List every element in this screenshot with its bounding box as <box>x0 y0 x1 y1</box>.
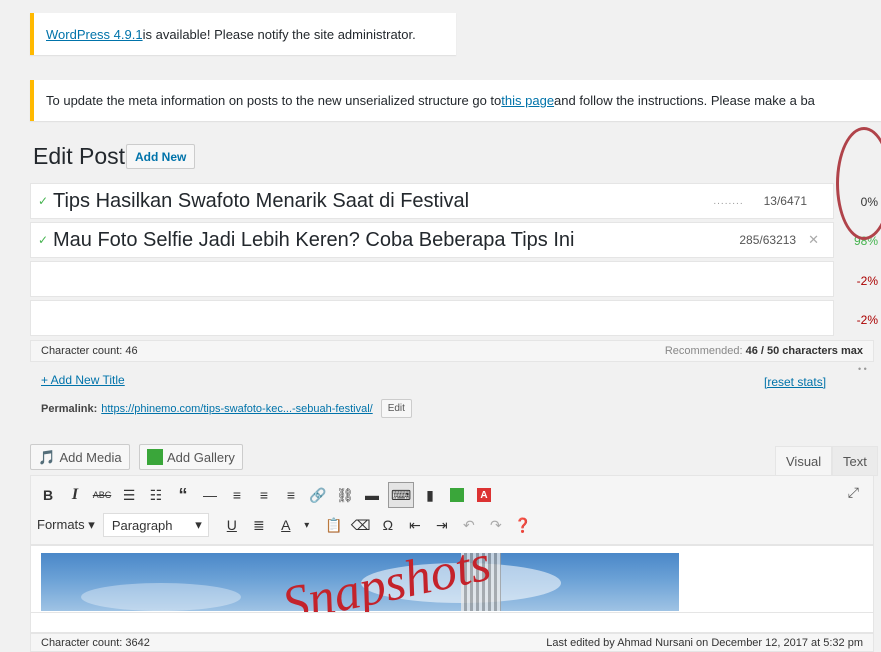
stat-dots: ........ <box>713 195 744 207</box>
toolbar-row-1: B I ABC ☰ ☷ “ — ≡ ≡ ≡ 🔗 ⛓ ▬ ⌨ ▮ A <box>37 480 500 510</box>
page-title: Edit Post <box>33 143 126 169</box>
permalink-label: Permalink: <box>41 402 98 415</box>
editor-content[interactable]: Snapshots <box>30 545 874 633</box>
horizontal-line-icon[interactable]: — <box>199 482 221 508</box>
post-image[interactable]: Snapshots <box>41 546 679 632</box>
add-media-button[interactable]: 🎵 Add Media <box>30 444 130 470</box>
align-left-icon[interactable]: ≡ <box>226 482 248 508</box>
paste-text-icon[interactable]: 📋 <box>323 512 345 538</box>
title-percent: -2% <box>856 274 878 288</box>
gallery-icon <box>147 449 163 465</box>
title-row[interactable]: ✓ Mau Foto Selfie Jadi Lebih Keren? Coba… <box>30 222 834 258</box>
unlink-icon[interactable]: ⛓ <box>334 482 356 508</box>
outdent-icon[interactable]: ⇤ <box>404 512 426 538</box>
title-row-empty[interactable] <box>30 261 834 297</box>
help-icon[interactable]: ❓ <box>512 512 534 538</box>
title-text[interactable]: Mau Foto Selfie Jadi Lebih Keren? Coba B… <box>53 229 739 252</box>
update-notice-text: is available! Please notify the site adm… <box>142 26 416 42</box>
more-dots-icon[interactable]: • • <box>858 364 867 374</box>
add-media-label: Add Media <box>59 449 122 465</box>
title-stat: 13/6471 <box>763 194 807 208</box>
chevron-down-icon[interactable]: ▾ <box>296 512 318 538</box>
blockquote-icon[interactable]: “ <box>172 482 194 508</box>
add-gallery-button[interactable]: Add Gallery <box>139 444 243 470</box>
text-color-icon[interactable]: A <box>275 512 297 538</box>
title-char-bar: Character count: 46 Recommended: 46 / 50… <box>30 340 874 362</box>
justify-icon[interactable]: ≣ <box>248 512 270 538</box>
indent-icon[interactable]: ⇥ <box>431 512 453 538</box>
image-cloud <box>81 583 241 611</box>
title-row[interactable]: ✓ Tips Hasilkan Swafoto Menarik Saat di … <box>30 183 834 219</box>
meta-link[interactable]: this page <box>501 93 554 108</box>
link-icon[interactable]: 🔗 <box>307 482 329 508</box>
formats-dropdown[interactable]: Formats ▾ <box>37 517 95 533</box>
title-stat: 285/63213 <box>739 233 797 247</box>
strikethrough-button[interactable]: ABC <box>91 482 113 508</box>
permalink-edit-button[interactable]: Edit <box>380 399 412 418</box>
underline-icon[interactable]: U <box>221 512 243 538</box>
media-icon: 🎵 <box>38 448 56 465</box>
meta-notice-post: and follow the instructions. Please make… <box>554 93 815 108</box>
add-gallery-label: Add Gallery <box>167 449 235 465</box>
fullscreen-icon[interactable]: ⤢ <box>848 484 859 501</box>
meta-notice-pre: To update the meta information on posts … <box>46 93 502 108</box>
reset-stats-link[interactable]: [reset stats] <box>764 375 826 389</box>
title-char-count: Character count: 46 <box>41 345 138 357</box>
undo-icon[interactable]: ↶ <box>458 512 480 538</box>
green-plugin-icon[interactable] <box>446 482 468 508</box>
special-character-icon[interactable]: Ω <box>377 512 399 538</box>
check-icon: ✓ <box>37 194 49 208</box>
permalink: Permalink: https://phinemo.com/tips-swaf… <box>41 399 412 418</box>
editor-toolbar: B I ABC ☰ ☷ “ — ≡ ≡ ≡ 🔗 ⛓ ▬ ⌨ ▮ A ⤢ Form… <box>30 475 874 545</box>
bold-button[interactable]: B <box>37 482 59 508</box>
align-center-icon[interactable]: ≡ <box>253 482 275 508</box>
title-percent: -2% <box>856 313 878 327</box>
tab-text[interactable]: Text <box>832 446 878 476</box>
paragraph-select[interactable]: Paragraph ▾ <box>102 513 209 537</box>
update-link[interactable]: WordPress 4.9.1 <box>46 27 143 42</box>
meta-notice: To update the meta information on posts … <box>30 80 881 121</box>
tab-visual[interactable]: Visual <box>775 446 833 476</box>
last-edited: Last edited by Ahmad Nursani on December… <box>546 636 863 649</box>
word-count: Character count: 3642 <box>41 636 150 649</box>
title-text[interactable]: Tips Hasilkan Swafoto Menarik Saat di Fe… <box>53 190 713 213</box>
editor-status-bar: Character count: 3642 Last edited by Ahm… <box>30 633 874 652</box>
italic-button[interactable]: I <box>64 482 86 508</box>
update-notice: WordPress 4.9.1 is available! Please not… <box>30 13 456 55</box>
remove-title-icon[interactable]: ✕ <box>808 232 819 248</box>
recommended-text: Recommended: 46 / 50 characters max <box>664 345 863 357</box>
check-icon: ✓ <box>37 233 49 247</box>
read-more-icon[interactable]: ▬ <box>361 482 383 508</box>
clear-formatting-icon[interactable]: ⌫ <box>350 512 372 538</box>
title-row-empty[interactable] <box>30 300 834 336</box>
editor-path-bar <box>31 612 873 632</box>
redo-icon[interactable]: ↷ <box>485 512 507 538</box>
chart-icon[interactable]: ▮ <box>419 482 441 508</box>
pdf-icon[interactable]: A <box>473 482 495 508</box>
toolbar-toggle-icon[interactable]: ⌨ <box>388 482 414 508</box>
add-new-title-link[interactable]: + Add New Title <box>41 373 125 387</box>
permalink-url[interactable]: https://phinemo.com/tips-swafoto-kec...-… <box>101 403 372 415</box>
bullet-list-icon[interactable]: ☰ <box>118 482 140 508</box>
numbered-list-icon[interactable]: ☷ <box>145 482 167 508</box>
toolbar-row-2: Formats ▾ Paragraph ▾ U ≣ A ▾ 📋 ⌫ Ω ⇤ ⇥ ↶… <box>37 510 539 540</box>
align-right-icon[interactable]: ≡ <box>280 482 302 508</box>
add-new-button[interactable]: Add New <box>126 144 196 169</box>
highlight-oval <box>836 127 881 240</box>
